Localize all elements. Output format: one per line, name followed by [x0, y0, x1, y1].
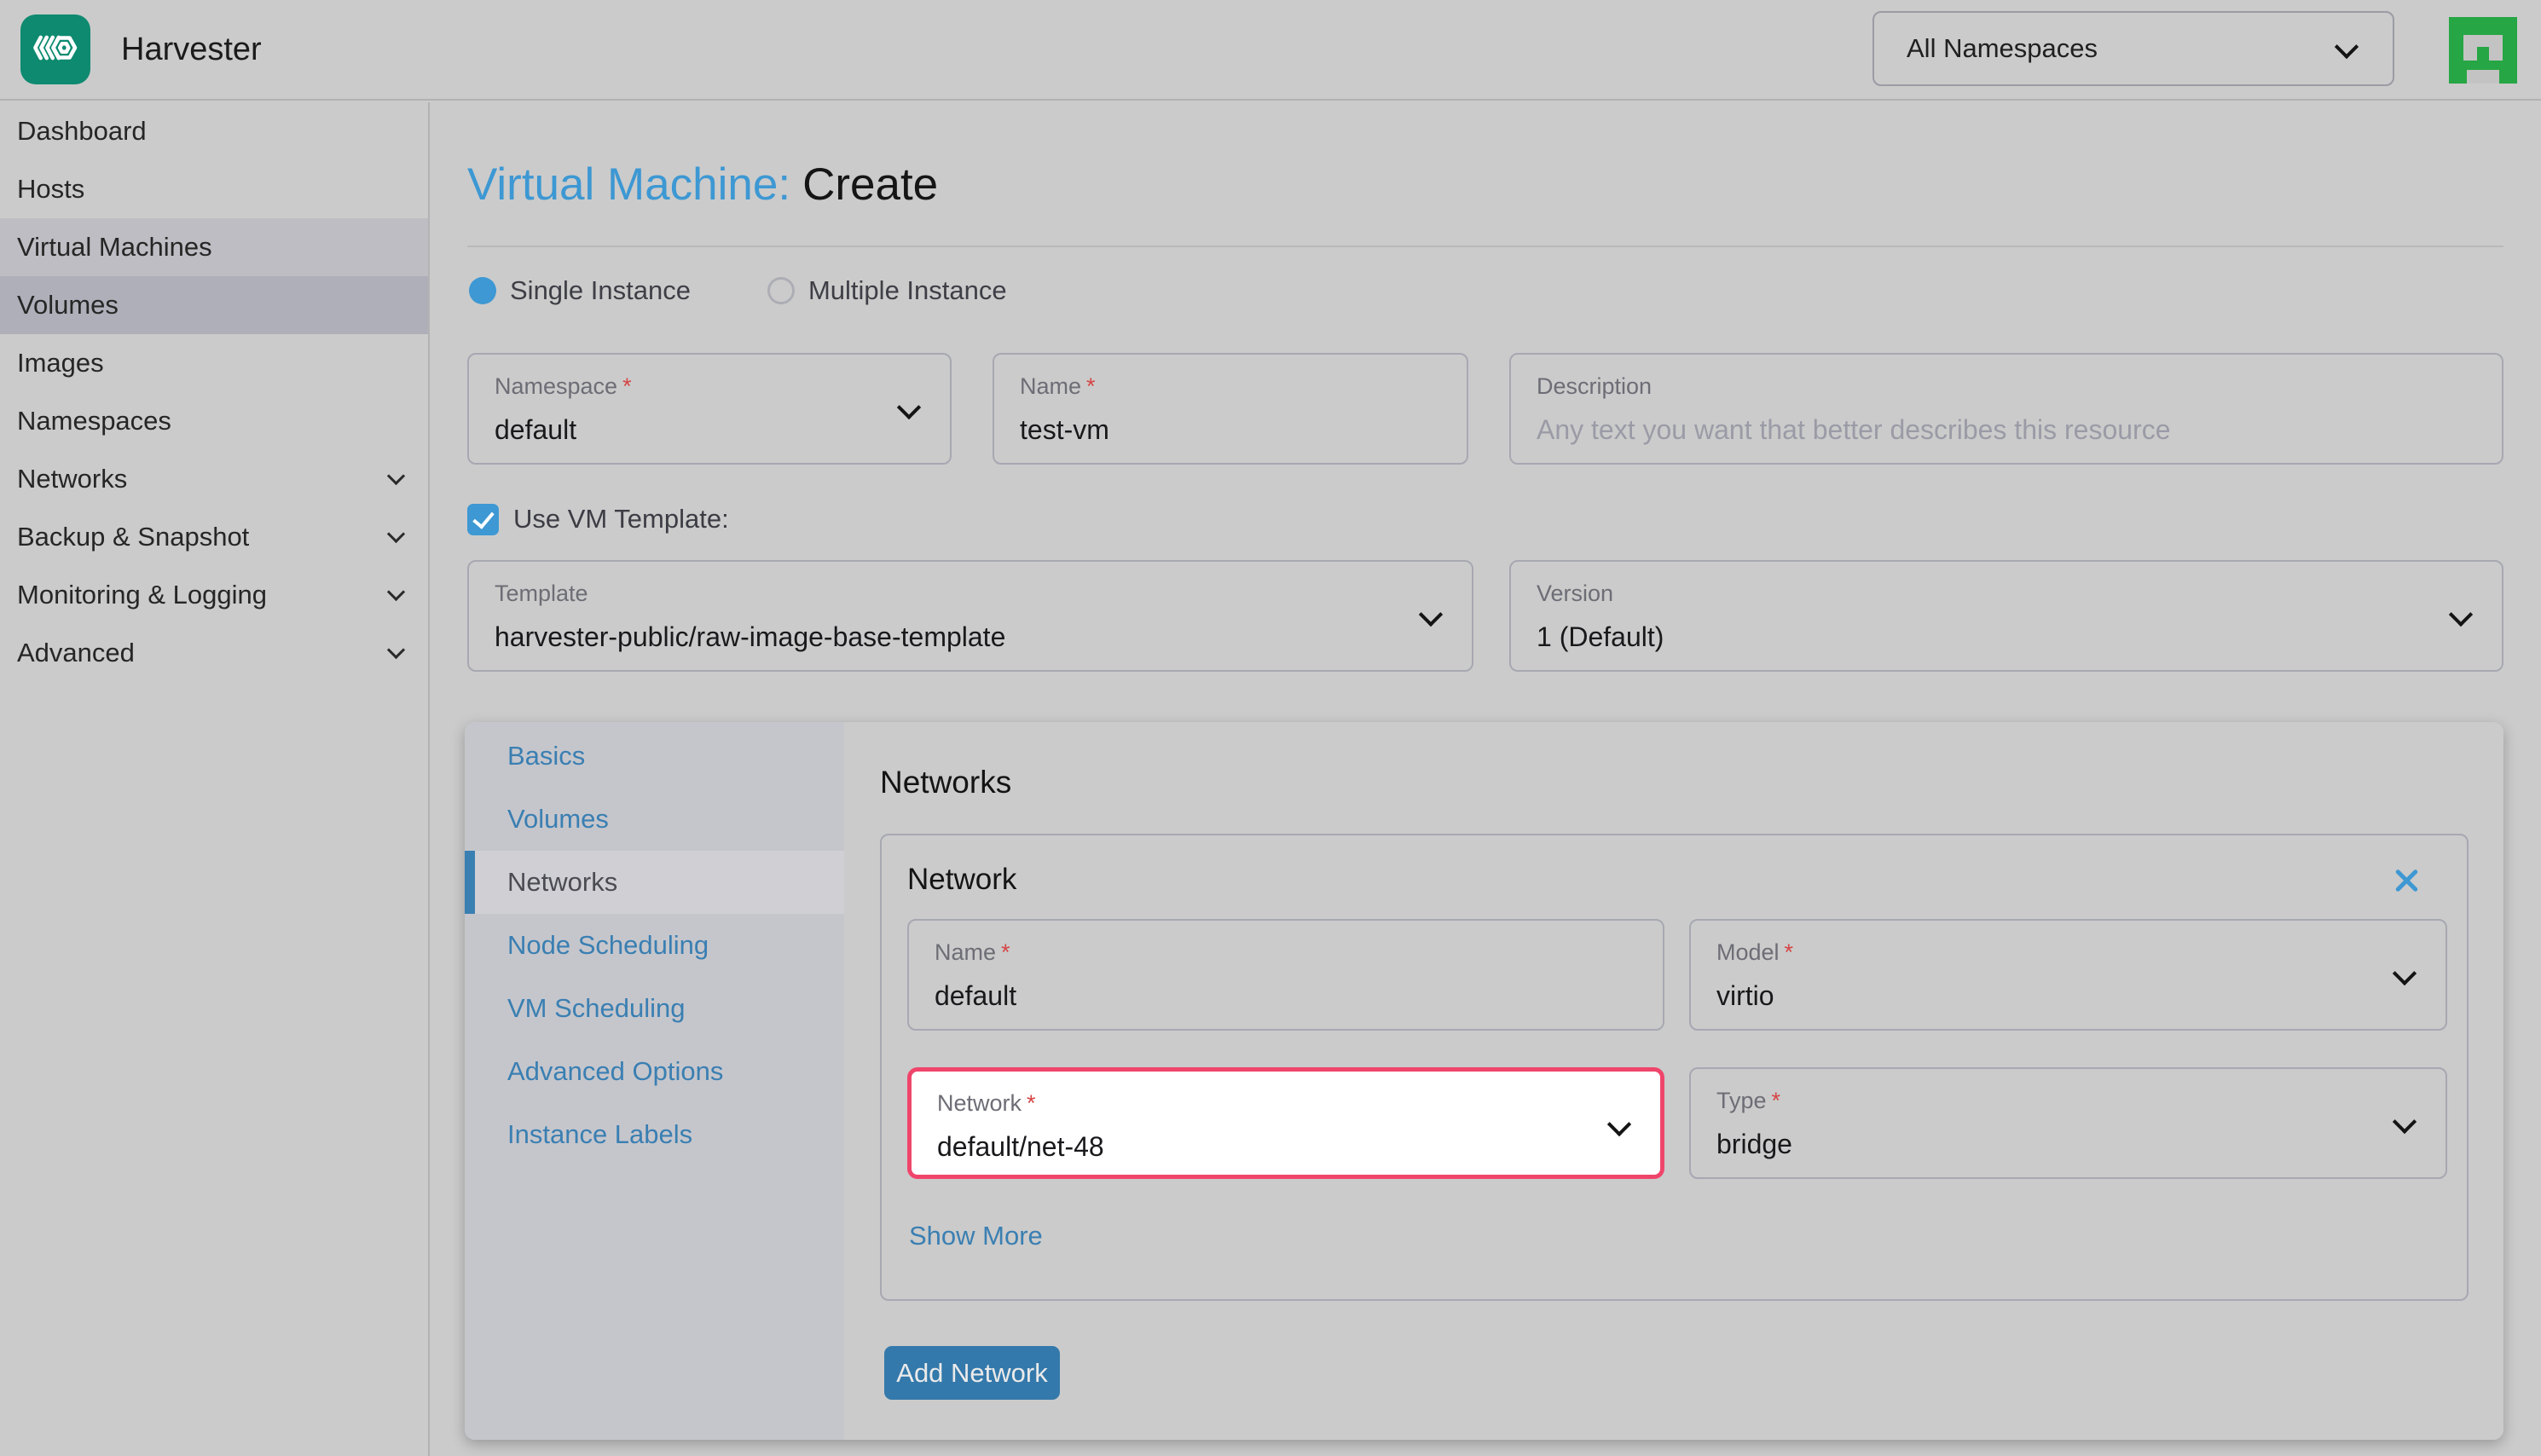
- network-model-value: virtio: [1716, 980, 1774, 1012]
- page-title: Virtual Machine:Create: [467, 159, 938, 211]
- tab-advanced-options[interactable]: Advanced Options: [465, 1040, 844, 1103]
- sidebar-item-networks[interactable]: Networks: [0, 450, 428, 508]
- instance-mode-radio-group: Single Instance Multiple Instance: [469, 274, 1007, 307]
- network-name-value: default: [935, 980, 1016, 1012]
- network-type-value: bridge: [1716, 1129, 1792, 1160]
- config-tabstrip: Basics Volumes Networks Node Scheduling …: [465, 722, 844, 1440]
- required-marker: *: [1772, 1088, 1781, 1113]
- sidebar-item-backup-snapshot[interactable]: Backup & Snapshot: [0, 508, 428, 566]
- network-name-label: Name: [935, 939, 996, 965]
- tab-networks[interactable]: Networks: [465, 851, 844, 914]
- rancher-logo-icon[interactable]: [2449, 17, 2517, 84]
- network-name-field[interactable]: Name* default: [907, 919, 1664, 1031]
- namespace-select[interactable]: Namespace* default: [467, 353, 952, 465]
- tab-instance-labels[interactable]: Instance Labels: [465, 1103, 844, 1166]
- name-label: Name: [1020, 373, 1081, 399]
- chevron-down-icon: [1419, 603, 1443, 627]
- use-vm-template-row: Use VM Template:: [467, 503, 729, 535]
- sidebar-nav: Dashboard Hosts Virtual Machines Volumes…: [0, 102, 430, 1456]
- tab-volumes[interactable]: Volumes: [465, 788, 844, 851]
- template-value: harvester-public/raw-image-base-template: [495, 621, 1005, 653]
- chevron-down-icon: [387, 582, 405, 600]
- page-title-action: Create: [802, 159, 938, 210]
- network-model-select[interactable]: Model* virtio: [1689, 919, 2447, 1031]
- chevron-down-icon: [387, 640, 405, 658]
- page-title-resource: Virtual Machine:: [467, 159, 790, 210]
- use-vm-template-checkbox[interactable]: [467, 504, 499, 535]
- description-field[interactable]: Description Any text you want that bette…: [1509, 353, 2503, 465]
- title-divider: [467, 246, 2503, 247]
- add-network-button[interactable]: Add Network: [884, 1346, 1060, 1400]
- network-type-label: Type: [1716, 1088, 1767, 1113]
- network-model-label: Model: [1716, 939, 1780, 965]
- required-marker: *: [622, 373, 632, 399]
- harvester-logo-icon: [28, 20, 83, 79]
- name-value: test-vm: [1020, 414, 1109, 446]
- namespace-value: default: [495, 414, 576, 446]
- chevron-down-icon: [2393, 1110, 2417, 1134]
- multiple-instance-label: Multiple Instance: [808, 275, 1007, 306]
- networks-tab-content: Networks Network Name* default Model* vi…: [844, 722, 2503, 1440]
- vm-config-panel: Basics Volumes Networks Node Scheduling …: [465, 722, 2503, 1440]
- chevron-down-icon: [387, 466, 405, 484]
- required-marker: *: [1785, 939, 1794, 965]
- single-instance-label: Single Instance: [510, 275, 691, 306]
- show-more-link[interactable]: Show More: [909, 1221, 1043, 1251]
- chevron-down-icon: [2449, 603, 2473, 627]
- sidebar-item-hosts[interactable]: Hosts: [0, 160, 428, 218]
- sidebar-item-dashboard[interactable]: Dashboard: [0, 102, 428, 160]
- network-network-value: default/net-48: [937, 1131, 1104, 1163]
- version-select[interactable]: Version 1 (Default): [1509, 560, 2503, 672]
- network-network-select[interactable]: Network* default/net-48: [907, 1067, 1664, 1179]
- network-card-heading: Network: [907, 863, 1016, 897]
- chevron-down-icon: [2335, 35, 2359, 59]
- network-card: Network Name* default Model* virtio Netw…: [880, 834, 2469, 1301]
- chevron-down-icon: [387, 524, 405, 542]
- version-value: 1 (Default): [1537, 621, 1664, 653]
- chevron-down-icon: [897, 396, 921, 419]
- sidebar-item-volumes[interactable]: Volumes: [0, 276, 428, 334]
- tab-node-scheduling[interactable]: Node Scheduling: [465, 914, 844, 977]
- harvester-logo[interactable]: [20, 14, 90, 84]
- chevron-down-icon: [1607, 1112, 1631, 1136]
- description-label: Description: [1537, 373, 1652, 399]
- tab-basics[interactable]: Basics: [465, 725, 844, 788]
- sidebar-item-images[interactable]: Images: [0, 334, 428, 392]
- network-type-select[interactable]: Type* bridge: [1689, 1067, 2447, 1179]
- template-label: Template: [495, 581, 588, 606]
- harvester-app: Harvester All Namespaces Dashboard Hosts…: [0, 0, 2541, 1456]
- chevron-down-icon: [2393, 962, 2417, 985]
- top-bar: Harvester All Namespaces: [0, 0, 2541, 101]
- sidebar-item-namespaces[interactable]: Namespaces: [0, 392, 428, 450]
- description-placeholder: Any text you want that better describes …: [1537, 414, 2170, 446]
- namespace-filter-value: All Namespaces: [1907, 33, 2098, 64]
- sidebar-item-advanced[interactable]: Advanced: [0, 624, 428, 682]
- networks-section-heading: Networks: [880, 765, 1011, 800]
- multiple-instance-radio[interactable]: [767, 277, 795, 304]
- use-vm-template-label: Use VM Template:: [513, 504, 729, 534]
- single-instance-radio[interactable]: [469, 277, 496, 304]
- namespace-filter-select[interactable]: All Namespaces: [1872, 11, 2394, 86]
- required-marker: *: [1027, 1090, 1036, 1116]
- sidebar-item-virtual-machines[interactable]: Virtual Machines: [0, 218, 428, 276]
- template-select[interactable]: Template harvester-public/raw-image-base…: [467, 560, 1473, 672]
- close-icon[interactable]: [2390, 864, 2422, 897]
- version-label: Version: [1537, 581, 1613, 606]
- sidebar-item-monitoring-logging[interactable]: Monitoring & Logging: [0, 566, 428, 624]
- network-network-label: Network: [937, 1090, 1022, 1116]
- tab-vm-scheduling[interactable]: VM Scheduling: [465, 977, 844, 1040]
- name-field[interactable]: Name* test-vm: [993, 353, 1468, 465]
- required-marker: *: [1086, 373, 1096, 399]
- required-marker: *: [1001, 939, 1010, 965]
- namespace-label: Namespace: [495, 373, 617, 399]
- app-title: Harvester: [121, 0, 262, 99]
